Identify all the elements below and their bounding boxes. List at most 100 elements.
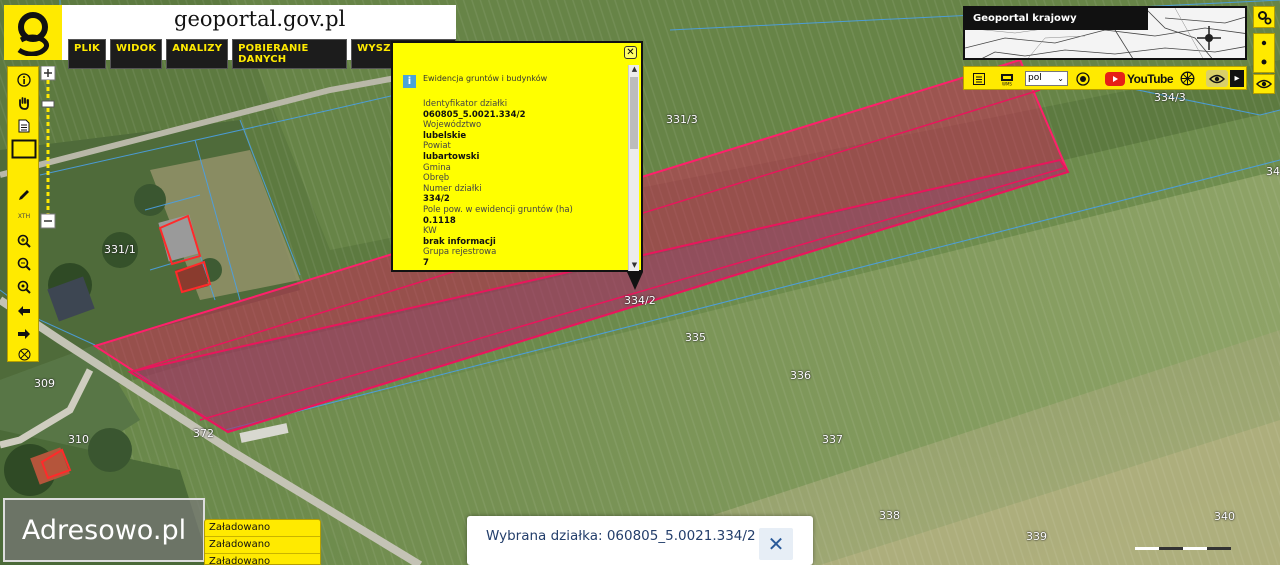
- select-rectangle-tool[interactable]: [11, 138, 37, 160]
- attr-value: lubelskie: [423, 130, 467, 141]
- expand-button[interactable]: ▸: [1230, 70, 1244, 87]
- parcel-label: 34: [1266, 165, 1280, 178]
- settings-button[interactable]: [1253, 6, 1275, 28]
- hand-icon: [19, 97, 29, 110]
- attr-value: lubartowski: [423, 151, 480, 162]
- youtube-icon: [1105, 71, 1125, 86]
- attr-label: Powiat: [423, 141, 451, 152]
- forward-tool[interactable]: [11, 324, 37, 344]
- attr-value: 7: [423, 257, 429, 268]
- selected-parcel-text: Wybrana działka: 060805_5.0021.334/2: [486, 528, 756, 544]
- info-icon: i: [403, 75, 416, 88]
- accessibility-button[interactable]: [1178, 70, 1196, 87]
- parcel-label: 334/2: [624, 294, 656, 307]
- attr-value: 0.1118: [423, 215, 456, 226]
- visibility-toggle[interactable]: [1206, 70, 1228, 87]
- parcel-label: 337: [822, 433, 843, 446]
- info-tool[interactable]: [11, 70, 37, 90]
- arrow-right-icon: ▸: [1234, 73, 1240, 84]
- status-row: Załadowano: [205, 537, 320, 554]
- menu-pobieranie-danych[interactable]: POBIERANIE DANYCH: [232, 39, 348, 69]
- attr-label: Obręb: [423, 173, 450, 184]
- geoportal-logo[interactable]: [4, 5, 62, 60]
- feature-info-popup: ✕ i Ewidencja gruntów i budynków Identyf…: [391, 41, 643, 272]
- zoom-in-tool[interactable]: [11, 231, 37, 251]
- back-tool[interactable]: [11, 301, 37, 321]
- scroll-thumb[interactable]: [630, 77, 638, 149]
- pencil-icon: [19, 190, 29, 200]
- popup-pointer: [627, 272, 643, 290]
- scroll-down-icon[interactable]: ▼: [629, 261, 640, 271]
- popup-header: Ewidencja gruntów i budynków: [423, 74, 548, 83]
- list-icon: [973, 72, 985, 85]
- legend-button[interactable]: [971, 70, 987, 87]
- magnifier-icon: [17, 280, 31, 294]
- parcel-label: 334/3: [1154, 91, 1186, 104]
- parcel-label: 372: [193, 427, 214, 440]
- full-extent-tool[interactable]: [11, 347, 37, 361]
- parcel-label: 340: [1214, 510, 1235, 523]
- parcel-label: 331/3: [666, 113, 698, 126]
- close-icon[interactable]: ✕: [759, 528, 793, 560]
- parcel-label: 309: [34, 377, 55, 390]
- g-logo-icon: [17, 11, 49, 56]
- arrow-left-icon: [18, 306, 30, 316]
- help-button[interactable]: [1074, 70, 1091, 87]
- rectangle-icon: [11, 139, 37, 159]
- scale-label: XTH: [17, 212, 31, 220]
- parcel-label: 336: [790, 369, 811, 382]
- menu-plik[interactable]: PLIK: [68, 39, 106, 69]
- zoom-slider[interactable]: [40, 66, 58, 230]
- popup-close-button[interactable]: ✕: [624, 46, 637, 59]
- target-icon: [1075, 71, 1090, 86]
- status-row: Załadowano: [205, 554, 320, 564]
- chevron-down-icon: ⌄: [1057, 74, 1064, 83]
- language-value: pol: [1028, 73, 1042, 83]
- document-tool[interactable]: [11, 116, 37, 136]
- attr-value: 060805_5.0021.334/2: [423, 109, 526, 120]
- parcel-label: 331/1: [104, 243, 136, 256]
- attr-value: brak informacji: [423, 236, 496, 247]
- right-side-controls: [1253, 6, 1275, 94]
- attr-label: Gmina: [423, 162, 451, 173]
- overview-map[interactable]: Geoportal krajowy: [963, 6, 1247, 60]
- youtube-label: YouTube: [1127, 71, 1174, 86]
- youtube-link[interactable]: YouTube: [1105, 70, 1174, 87]
- map-toolbar: XTH: [7, 66, 39, 362]
- arrow-right-icon: [18, 329, 30, 339]
- magnifier-plus-icon: [17, 234, 31, 248]
- parcel-label: 310: [68, 433, 89, 446]
- attr-value: 334/2: [423, 194, 450, 205]
- eye-toggle[interactable]: [1253, 74, 1275, 94]
- zoom-extent-tool[interactable]: [11, 277, 37, 297]
- attr-label: Identyfikator działki: [423, 99, 508, 109]
- menu-analizy[interactable]: ANALIZY: [166, 39, 229, 69]
- scale-bar: [1135, 547, 1231, 550]
- pan-tool[interactable]: [11, 93, 37, 113]
- watermark: Adresowo.pl: [3, 498, 205, 562]
- menu-widok[interactable]: WIDOK: [109, 39, 163, 69]
- attr-label: Województwo: [423, 120, 482, 131]
- selected-parcel-bar: Wybrana działka: 060805_5.0021.334/2 ✕: [467, 516, 813, 565]
- dots-icon: [1261, 40, 1267, 65]
- popup-scrollbar[interactable]: ▲ ▼: [628, 65, 639, 271]
- overview-title: Geoportal krajowy: [965, 8, 1148, 30]
- site-title[interactable]: geoportal.gov.pl: [174, 7, 345, 31]
- header-bar: geoportal.gov.pl PLIK WIDOK ANALIZY POBI…: [4, 5, 456, 69]
- popup-attributes: Identyfikator działki 060805_5.0021.334/…: [423, 99, 623, 269]
- watermark-text: Adresowo.pl: [21, 514, 187, 546]
- eye-icon: [1209, 74, 1225, 83]
- document-icon: [18, 119, 30, 133]
- attr-label: Numer działki: [423, 183, 482, 194]
- parcel-label: 335: [685, 331, 706, 344]
- scroll-up-icon[interactable]: ▲: [629, 65, 640, 75]
- slider-control[interactable]: [1253, 33, 1275, 73]
- zoom-out-tool[interactable]: [11, 254, 37, 274]
- wms-button[interactable]: WMS: [998, 70, 1016, 87]
- wheel-icon: [1180, 71, 1194, 86]
- compass-icon: [18, 348, 30, 360]
- language-select[interactable]: pol ⌄: [1025, 71, 1068, 86]
- attr-label: KW: [423, 226, 437, 237]
- draw-tool[interactable]: [11, 185, 37, 205]
- gears-icon: [1257, 10, 1271, 24]
